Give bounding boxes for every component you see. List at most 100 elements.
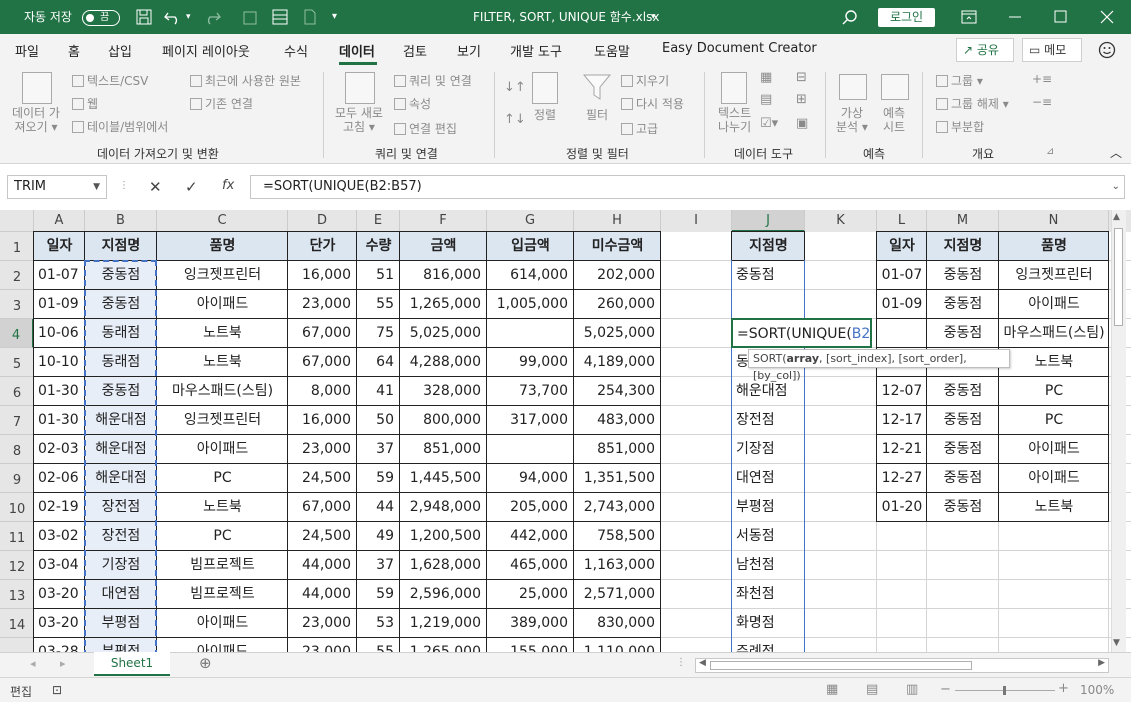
- table-cell[interactable]: 중동점: [85, 290, 157, 318]
- consolidate-icon[interactable]: ⊟: [796, 70, 807, 85]
- main-header-cell[interactable]: 수량: [357, 232, 400, 260]
- filter-table-cell[interactable]: 중동점: [927, 319, 999, 347]
- ungroup-button[interactable]: 그룹 해제 ▾: [936, 95, 1009, 112]
- row-header-3[interactable]: 3: [0, 290, 34, 319]
- filter-header-cell[interactable]: 일자: [877, 232, 927, 260]
- filter-table-cell[interactable]: 노트북: [999, 348, 1109, 376]
- table-cell[interactable]: 1,219,000: [400, 609, 487, 637]
- table-cell[interactable]: 동래점: [85, 348, 157, 376]
- next-sheet-icon[interactable]: ▸: [60, 657, 66, 670]
- column-header-h[interactable]: H: [574, 210, 661, 232]
- column-header-c[interactable]: C: [157, 210, 288, 232]
- tab-insert[interactable]: 삽입: [108, 41, 132, 60]
- unique-list-cell[interactable]: 주례점: [732, 638, 805, 652]
- relationships-icon[interactable]: ⊞: [796, 92, 807, 107]
- table-cell[interactable]: 아이패드: [157, 638, 288, 652]
- table-cell[interactable]: 389,000: [487, 609, 574, 637]
- page-layout-view-icon[interactable]: ▤: [866, 682, 878, 697]
- row-header-12[interactable]: 12: [0, 551, 34, 580]
- column-header-f[interactable]: F: [400, 210, 487, 232]
- column-header-a[interactable]: A: [34, 210, 85, 232]
- table-cell[interactable]: 10-10: [34, 348, 85, 376]
- table-cell[interactable]: 아이패드: [157, 609, 288, 637]
- tab-easy-document-creator[interactable]: Easy Document Creator: [662, 41, 817, 56]
- unique-list-cell[interactable]: 화명점: [732, 609, 805, 637]
- tab-data[interactable]: 데이터: [339, 41, 375, 60]
- horizontal-scrollbar[interactable]: ◀ ▶: [695, 658, 1109, 673]
- row-header-5[interactable]: 5: [0, 348, 34, 377]
- row-header-4[interactable]: 4: [0, 319, 34, 348]
- filter-table-cell[interactable]: 01-20: [877, 493, 927, 521]
- existing-connections-button[interactable]: 기존 연결: [190, 95, 253, 112]
- tab-file[interactable]: 파일: [15, 41, 39, 60]
- table-cell[interactable]: 마우스패드(스팀): [157, 377, 288, 405]
- confirm-entry-icon[interactable]: ✓: [185, 178, 198, 196]
- filter-table-cell[interactable]: PC: [999, 406, 1109, 434]
- queries-connections-button[interactable]: 쿼리 및 연결: [394, 72, 472, 89]
- filter-table-cell[interactable]: 잉크젯프린터: [999, 261, 1109, 289]
- table-cell[interactable]: 빔프로젝트: [157, 580, 288, 608]
- table-cell[interactable]: 317,000: [487, 406, 574, 434]
- autosave-toggle[interactable]: 끔: [82, 10, 120, 26]
- filter-table-cell[interactable]: PC: [999, 377, 1109, 405]
- table-cell[interactable]: 55: [357, 290, 400, 318]
- accessibility-icon[interactable]: ⊡: [52, 683, 62, 697]
- table-cell[interactable]: 02-19: [34, 493, 85, 521]
- table-cell[interactable]: 64: [357, 348, 400, 376]
- select-all-corner[interactable]: [0, 210, 34, 232]
- table-cell[interactable]: 중동점: [85, 377, 157, 405]
- filter-table-cell[interactable]: 12-17: [877, 406, 927, 434]
- ribbon-display-icon[interactable]: [961, 10, 977, 24]
- prev-sheet-icon[interactable]: ◂: [30, 657, 36, 670]
- edit-links-button[interactable]: 연결 편집: [394, 120, 457, 137]
- table-cell[interactable]: 23,000: [288, 609, 357, 637]
- close-icon[interactable]: [1100, 10, 1114, 24]
- table-cell[interactable]: 50: [357, 406, 400, 434]
- tab-home[interactable]: 홈: [68, 41, 80, 60]
- unique-list-cell[interactable]: 부평점: [732, 493, 805, 521]
- zoom-level[interactable]: 100%: [1080, 683, 1114, 697]
- sheet-tab-sheet1[interactable]: Sheet1: [94, 652, 170, 676]
- filter-table-cell[interactable]: 01-07: [877, 261, 927, 289]
- table-cell[interactable]: [487, 435, 574, 463]
- table-cell[interactable]: 614,000: [487, 261, 574, 289]
- table-cell[interactable]: 01-30: [34, 377, 85, 405]
- table-cell[interactable]: 830,000: [574, 609, 661, 637]
- table-cell[interactable]: 중동점: [85, 261, 157, 289]
- table-cell[interactable]: 465,000: [487, 551, 574, 579]
- minimize-icon[interactable]: [1008, 10, 1022, 24]
- table-cell[interactable]: 851,000: [400, 435, 487, 463]
- table-cell[interactable]: 2,571,000: [574, 580, 661, 608]
- from-web-button[interactable]: 웹: [72, 95, 98, 112]
- table-cell[interactable]: 25,000: [487, 580, 574, 608]
- forecast-sheet-button[interactable]: 예측 시트: [883, 106, 905, 134]
- tab-formulas[interactable]: 수식: [284, 41, 308, 60]
- search-icon[interactable]: [842, 9, 858, 25]
- filter-table-cell[interactable]: 아이패드: [999, 464, 1109, 492]
- collapse-ribbon-icon[interactable]: ︿: [1110, 144, 1122, 161]
- column-header-e[interactable]: E: [357, 210, 400, 232]
- table-cell[interactable]: 아이패드: [157, 290, 288, 318]
- share-button[interactable]: ↗ 공유: [956, 38, 1014, 62]
- what-if-analysis-button[interactable]: 가상 분석 ▾: [836, 106, 868, 134]
- row-header-9[interactable]: 9: [0, 464, 34, 493]
- table-cell[interactable]: 442,000: [487, 522, 574, 550]
- table-cell[interactable]: 1,445,500: [400, 464, 487, 492]
- table-cell[interactable]: 483,000: [574, 406, 661, 434]
- unique-list-cell[interactable]: 기장점: [732, 435, 805, 463]
- table-cell[interactable]: 1,351,500: [574, 464, 661, 492]
- feedback-smiley-icon[interactable]: [1098, 41, 1116, 59]
- subtotal-button[interactable]: 부분합: [936, 118, 984, 135]
- clear-filter-button[interactable]: 지우기: [621, 72, 669, 89]
- main-header-cell[interactable]: 지점명: [85, 232, 157, 260]
- table-cell[interactable]: 205,000: [487, 493, 574, 521]
- table-cell[interactable]: 59: [357, 464, 400, 492]
- from-text-csv-button[interactable]: 텍스트/CSV: [72, 72, 148, 89]
- table-cell[interactable]: 44,000: [288, 580, 357, 608]
- table-cell[interactable]: 노트북: [157, 348, 288, 376]
- main-header-cell[interactable]: 금액: [400, 232, 487, 260]
- table-cell[interactable]: 51: [357, 261, 400, 289]
- table-cell[interactable]: PC: [157, 464, 288, 492]
- table-cell[interactable]: 851,000: [574, 435, 661, 463]
- filter-table-cell[interactable]: 01-09: [877, 290, 927, 318]
